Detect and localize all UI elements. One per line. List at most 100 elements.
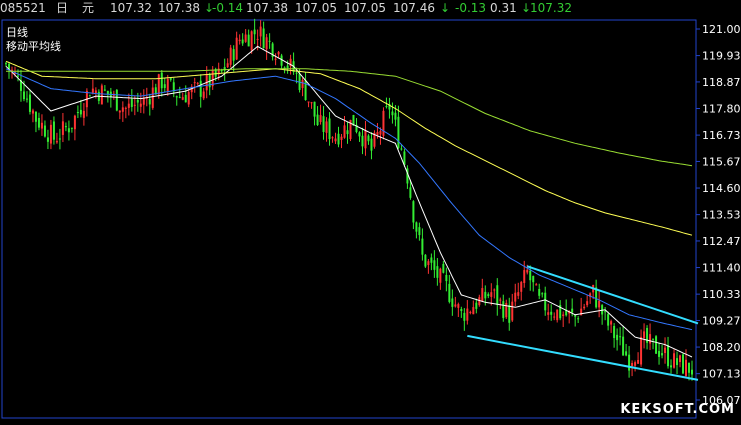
candle-body-213 bbox=[643, 331, 646, 339]
candle-body-198 bbox=[598, 300, 601, 308]
candle-body-176 bbox=[532, 275, 535, 283]
candle-body-13 bbox=[43, 125, 46, 137]
candle-body-21 bbox=[67, 128, 70, 133]
candle-body-78 bbox=[238, 39, 241, 42]
candle-body-155 bbox=[469, 311, 472, 313]
candle-body-202 bbox=[610, 321, 613, 325]
candle-body-173 bbox=[523, 270, 526, 283]
y-tick-label-13: 107.13 bbox=[702, 368, 741, 381]
candle-body-110 bbox=[334, 138, 337, 142]
candle-body-141 bbox=[427, 261, 430, 266]
candle-body-88 bbox=[268, 40, 271, 42]
candle-body-20 bbox=[64, 126, 67, 128]
candle-body-14 bbox=[46, 137, 49, 142]
y-tick-label-0: 121.00 bbox=[702, 23, 741, 36]
candle-body-127 bbox=[385, 106, 388, 108]
candle-body-183 bbox=[553, 316, 556, 318]
candle-body-205 bbox=[619, 336, 622, 338]
candle-body-63 bbox=[193, 82, 196, 84]
candle-body-140 bbox=[424, 254, 427, 267]
candle-body-132 bbox=[400, 148, 403, 150]
candle-body-227 bbox=[685, 359, 688, 376]
candle-body-119 bbox=[361, 135, 364, 147]
candle-body-17 bbox=[55, 141, 58, 143]
candle-body-32 bbox=[100, 85, 103, 105]
candle-body-181 bbox=[547, 312, 550, 315]
candle-body-224 bbox=[676, 358, 679, 366]
candle-body-33 bbox=[103, 89, 106, 91]
candle-body-54 bbox=[166, 78, 169, 92]
candle-body-39 bbox=[121, 107, 124, 112]
candle-body-148 bbox=[448, 283, 451, 302]
candle-body-162 bbox=[490, 292, 493, 297]
candle-body-137 bbox=[415, 222, 418, 232]
candle-body-180 bbox=[544, 292, 547, 311]
candle-body-161 bbox=[487, 294, 490, 297]
candle-body-114 bbox=[346, 130, 349, 135]
watermark: KEKSOFT.COM bbox=[620, 402, 735, 417]
candle-body-49 bbox=[151, 87, 154, 108]
candle-body-225 bbox=[679, 355, 682, 363]
y-tick-label-5: 115.67 bbox=[702, 155, 741, 168]
candle-body-30 bbox=[94, 90, 97, 94]
candle-body-61 bbox=[187, 92, 190, 105]
candle-body-82 bbox=[250, 31, 253, 51]
candle-body-42 bbox=[130, 99, 133, 107]
candle-body-166 bbox=[502, 301, 505, 318]
candle-body-151 bbox=[457, 304, 460, 308]
candle-body-104 bbox=[316, 114, 319, 126]
candle-body-193 bbox=[583, 306, 586, 309]
candle-body-228 bbox=[688, 362, 691, 373]
candle-body-28 bbox=[88, 95, 91, 97]
candle-body-87 bbox=[265, 37, 268, 50]
moving-average-line-3 bbox=[6, 68, 693, 167]
candle-body-77 bbox=[235, 37, 238, 60]
candle-body-59 bbox=[181, 97, 184, 100]
candle-body-105 bbox=[319, 115, 322, 123]
candle-body-170 bbox=[514, 292, 517, 302]
candle-body-101 bbox=[307, 101, 310, 103]
candle-body-125 bbox=[379, 130, 382, 135]
candle-body-165 bbox=[499, 299, 502, 301]
candle-body-24 bbox=[76, 112, 79, 114]
candle-body-80 bbox=[244, 34, 247, 42]
candlestick-chart: 121.00 119.93 118.87 117.80 116.73 115.67 114.… bbox=[1, 18, 741, 419]
candle-body-145 bbox=[439, 268, 442, 283]
candle-body-108 bbox=[328, 118, 331, 140]
candle-body-147 bbox=[445, 274, 448, 282]
y-tick-label-4: 116.73 bbox=[702, 129, 741, 142]
candle-body-8 bbox=[28, 94, 31, 112]
candle-body-209 bbox=[631, 362, 634, 366]
candle-body-153 bbox=[463, 312, 466, 321]
moving-average-line-1 bbox=[5, 68, 693, 331]
candle-body-207 bbox=[625, 351, 628, 356]
candle-body-144 bbox=[436, 266, 439, 278]
candle-body-174 bbox=[526, 269, 529, 273]
candle-body-203 bbox=[613, 325, 616, 339]
candle-body-146 bbox=[442, 263, 445, 273]
candle-body-74 bbox=[226, 63, 229, 68]
candle-body-40 bbox=[124, 107, 127, 109]
candle-body-135 bbox=[409, 187, 412, 198]
candle-body-109 bbox=[331, 137, 334, 139]
candle-body-126 bbox=[382, 110, 385, 136]
candle-body-189 bbox=[571, 308, 574, 313]
candle-body-23 bbox=[73, 115, 76, 130]
y-tick-label-1: 119.93 bbox=[702, 50, 741, 63]
candle-body-156 bbox=[472, 307, 475, 315]
candle-body-34 bbox=[106, 90, 109, 95]
candle-body-194 bbox=[586, 301, 589, 306]
candle-body-219 bbox=[661, 353, 664, 356]
candle-body-131 bbox=[397, 116, 400, 148]
candle-body-52 bbox=[160, 72, 163, 89]
candle-body-66 bbox=[202, 91, 205, 99]
plot-frame bbox=[1, 19, 697, 419]
candle-body-45 bbox=[139, 103, 142, 107]
candle-body-76 bbox=[232, 49, 235, 61]
candle-body-25 bbox=[79, 109, 82, 115]
candle-body-43 bbox=[133, 104, 136, 106]
candle-body-171 bbox=[517, 292, 520, 296]
y-tick-label-11: 109.27 bbox=[702, 314, 741, 327]
candle-body-142 bbox=[430, 257, 433, 263]
candle-body-64 bbox=[196, 82, 199, 84]
